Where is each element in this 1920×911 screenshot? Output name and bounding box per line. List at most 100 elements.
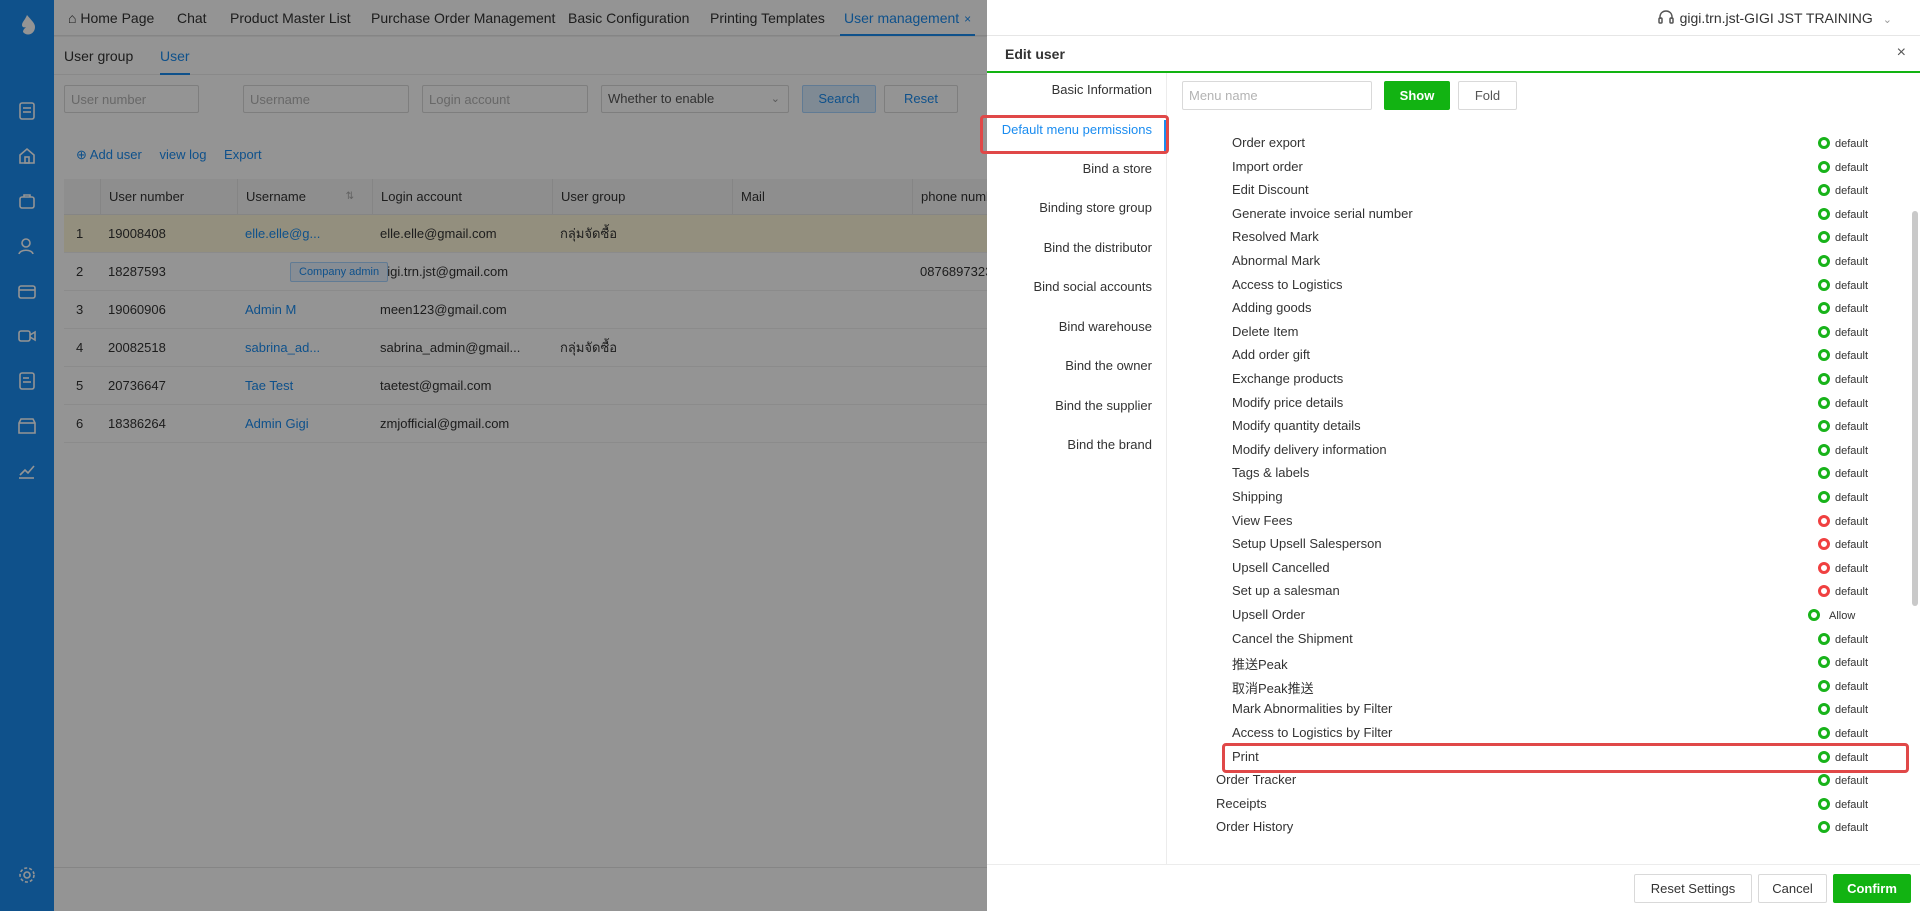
permission-status-text: default [1835, 279, 1869, 292]
permission-status-text: default [1835, 704, 1869, 717]
highlight-box-print [1222, 743, 1909, 773]
permission-status-radio[interactable] [1818, 797, 1830, 810]
permission-status-radio[interactable] [1818, 137, 1830, 149]
permission-status-radio[interactable] [1818, 632, 1830, 645]
permission-label: Delete Item [1232, 323, 1299, 339]
permission-status-radio[interactable] [1818, 774, 1830, 787]
nav-bind-the-owner[interactable]: Bind the owner [1065, 358, 1152, 373]
permission-row[interactable]: Modify delivery information default [1168, 440, 1906, 463]
permission-row[interactable]: 推送Peak default [1168, 652, 1906, 675]
scrollbar[interactable] [1912, 211, 1918, 606]
nav-bind-the-distributor[interactable]: Bind the distributor [1044, 240, 1152, 255]
nav-bind-a-store[interactable]: Bind a store [1083, 161, 1152, 176]
permission-row[interactable]: Delete Item default [1168, 322, 1906, 345]
show-button[interactable]: Show [1384, 81, 1450, 110]
permission-label: Adding goods [1232, 300, 1312, 316]
permission-row[interactable]: Order export default [1168, 133, 1906, 156]
permission-status-radio[interactable] [1818, 703, 1830, 716]
permission-status-radio[interactable] [1818, 491, 1830, 503]
permission-row[interactable]: Upsell Cancelled default [1168, 558, 1906, 581]
permission-row[interactable]: Exchange products default [1168, 369, 1906, 392]
cancel-button[interactable]: Cancel [1758, 874, 1827, 903]
permission-row[interactable]: Access to Logistics default [1168, 275, 1906, 298]
permission-status-radio[interactable] [1818, 207, 1830, 220]
nav-bind-the-supplier[interactable]: Bind the supplier [1055, 398, 1152, 413]
permission-label: Add order gift [1232, 347, 1311, 363]
account-menu[interactable]: gigi.trn.jst-GIGI JST TRAINING ⌄ [1680, 0, 1892, 36]
permission-row[interactable]: Adding goods default [1168, 298, 1906, 321]
permission-label: Abnormal Mark [1232, 253, 1321, 268]
permission-status-radio[interactable] [1818, 396, 1830, 409]
permission-status-radio[interactable] [1818, 561, 1830, 574]
permission-row[interactable]: Order History default [1168, 817, 1906, 840]
nav-basic-information[interactable]: Basic Information [1052, 82, 1152, 97]
permission-status-text: default [1835, 350, 1869, 363]
nav-bind-social-accounts[interactable]: Bind social accounts [1033, 279, 1152, 294]
permission-status-radio[interactable] [1818, 160, 1830, 173]
close-icon[interactable]: × [1897, 44, 1906, 62]
permission-status-text: default [1835, 374, 1869, 386]
permission-row[interactable]: Resolved Mark default [1168, 227, 1906, 250]
permission-row[interactable]: Cancel the Shipment default [1168, 629, 1906, 652]
permission-status-radio[interactable] [1808, 609, 1820, 621]
permission-status-text: default [1835, 397, 1869, 410]
permission-row[interactable]: View Fees default [1168, 511, 1906, 534]
nav-binding-store-group[interactable]: Binding store group [1039, 200, 1152, 215]
permission-status-radio[interactable] [1818, 585, 1830, 598]
permission-row[interactable]: Import order default [1168, 157, 1906, 180]
confirm-button[interactable]: Confirm [1833, 874, 1911, 903]
modal-overlay[interactable] [0, 0, 987, 911]
permission-status-text: default [1835, 161, 1869, 174]
permission-row[interactable]: Setup Upsell Salesperson default [1168, 534, 1906, 557]
permission-status-text: default [1835, 798, 1869, 811]
permission-row[interactable]: Mark Abnormalities by Filter default [1168, 699, 1906, 722]
permission-status-radio[interactable] [1818, 727, 1830, 739]
reset-settings-button[interactable]: Reset Settings [1634, 874, 1752, 903]
permission-row[interactable]: Modify quantity details default [1168, 416, 1906, 439]
permission-row[interactable]: Tags & labels default [1168, 463, 1906, 486]
permission-status-radio[interactable] [1818, 255, 1830, 267]
permission-row[interactable]: Abnormal Mark default [1168, 251, 1906, 274]
permission-status-radio[interactable] [1818, 679, 1830, 692]
permission-row[interactable]: Shipping default [1168, 487, 1906, 510]
drawer-header: Edit user × [987, 36, 1920, 73]
permission-row[interactable]: Modify price details default [1168, 393, 1906, 416]
permission-row[interactable]: Receipts default [1168, 794, 1906, 817]
edit-user-drawer: Edit user × Basic Information Default me… [980, 36, 1920, 911]
permission-status-radio[interactable] [1818, 302, 1830, 315]
permission-row[interactable]: Generate invoice serial number default [1168, 204, 1906, 227]
menu-name-input[interactable] [1182, 81, 1372, 110]
permission-row[interactable]: Edit Discount default [1168, 180, 1906, 203]
permission-status-radio[interactable] [1818, 325, 1830, 338]
permission-status-radio[interactable] [1818, 420, 1830, 433]
permission-row[interactable]: Upsell Order Allow [1168, 605, 1906, 628]
permission-label: Access to Logistics [1232, 276, 1343, 292]
permission-status-radio[interactable] [1818, 443, 1830, 456]
permission-status-text: default [1835, 138, 1869, 150]
permission-label: Edit Discount [1232, 182, 1309, 198]
permission-status-text: default [1835, 586, 1869, 599]
permission-status-radio[interactable] [1818, 349, 1830, 362]
headset-icon[interactable] [1657, 9, 1675, 27]
permission-label: Order export [1232, 135, 1305, 150]
permission-row[interactable]: Set up a salesman default [1168, 581, 1906, 604]
permission-row[interactable]: Add order gift default [1168, 345, 1906, 368]
fold-button[interactable]: Fold [1458, 81, 1517, 110]
permission-status-radio[interactable] [1818, 184, 1830, 197]
permission-status-text: default [1835, 728, 1869, 740]
permission-row[interactable]: 取消Peak推送 default [1168, 676, 1906, 699]
permission-status-radio[interactable] [1818, 656, 1830, 669]
permission-status-radio[interactable] [1818, 538, 1830, 551]
nav-bind-the-brand[interactable]: Bind the brand [1067, 437, 1152, 452]
permission-status-radio[interactable] [1818, 467, 1830, 480]
permission-status-radio[interactable] [1818, 278, 1830, 291]
permission-status-radio[interactable] [1818, 514, 1830, 527]
permission-status-radio[interactable] [1818, 231, 1830, 244]
nav-bind-warehouse[interactable]: Bind warehouse [1059, 319, 1152, 334]
permission-status-radio[interactable] [1818, 373, 1830, 385]
permission-status-radio[interactable] [1818, 821, 1830, 834]
permission-status-text: default [1835, 515, 1869, 528]
permission-status-text: default [1835, 468, 1869, 481]
permission-row[interactable]: Order Tracker default [1168, 770, 1906, 793]
permission-label: 取消Peak推送 [1232, 680, 1314, 696]
